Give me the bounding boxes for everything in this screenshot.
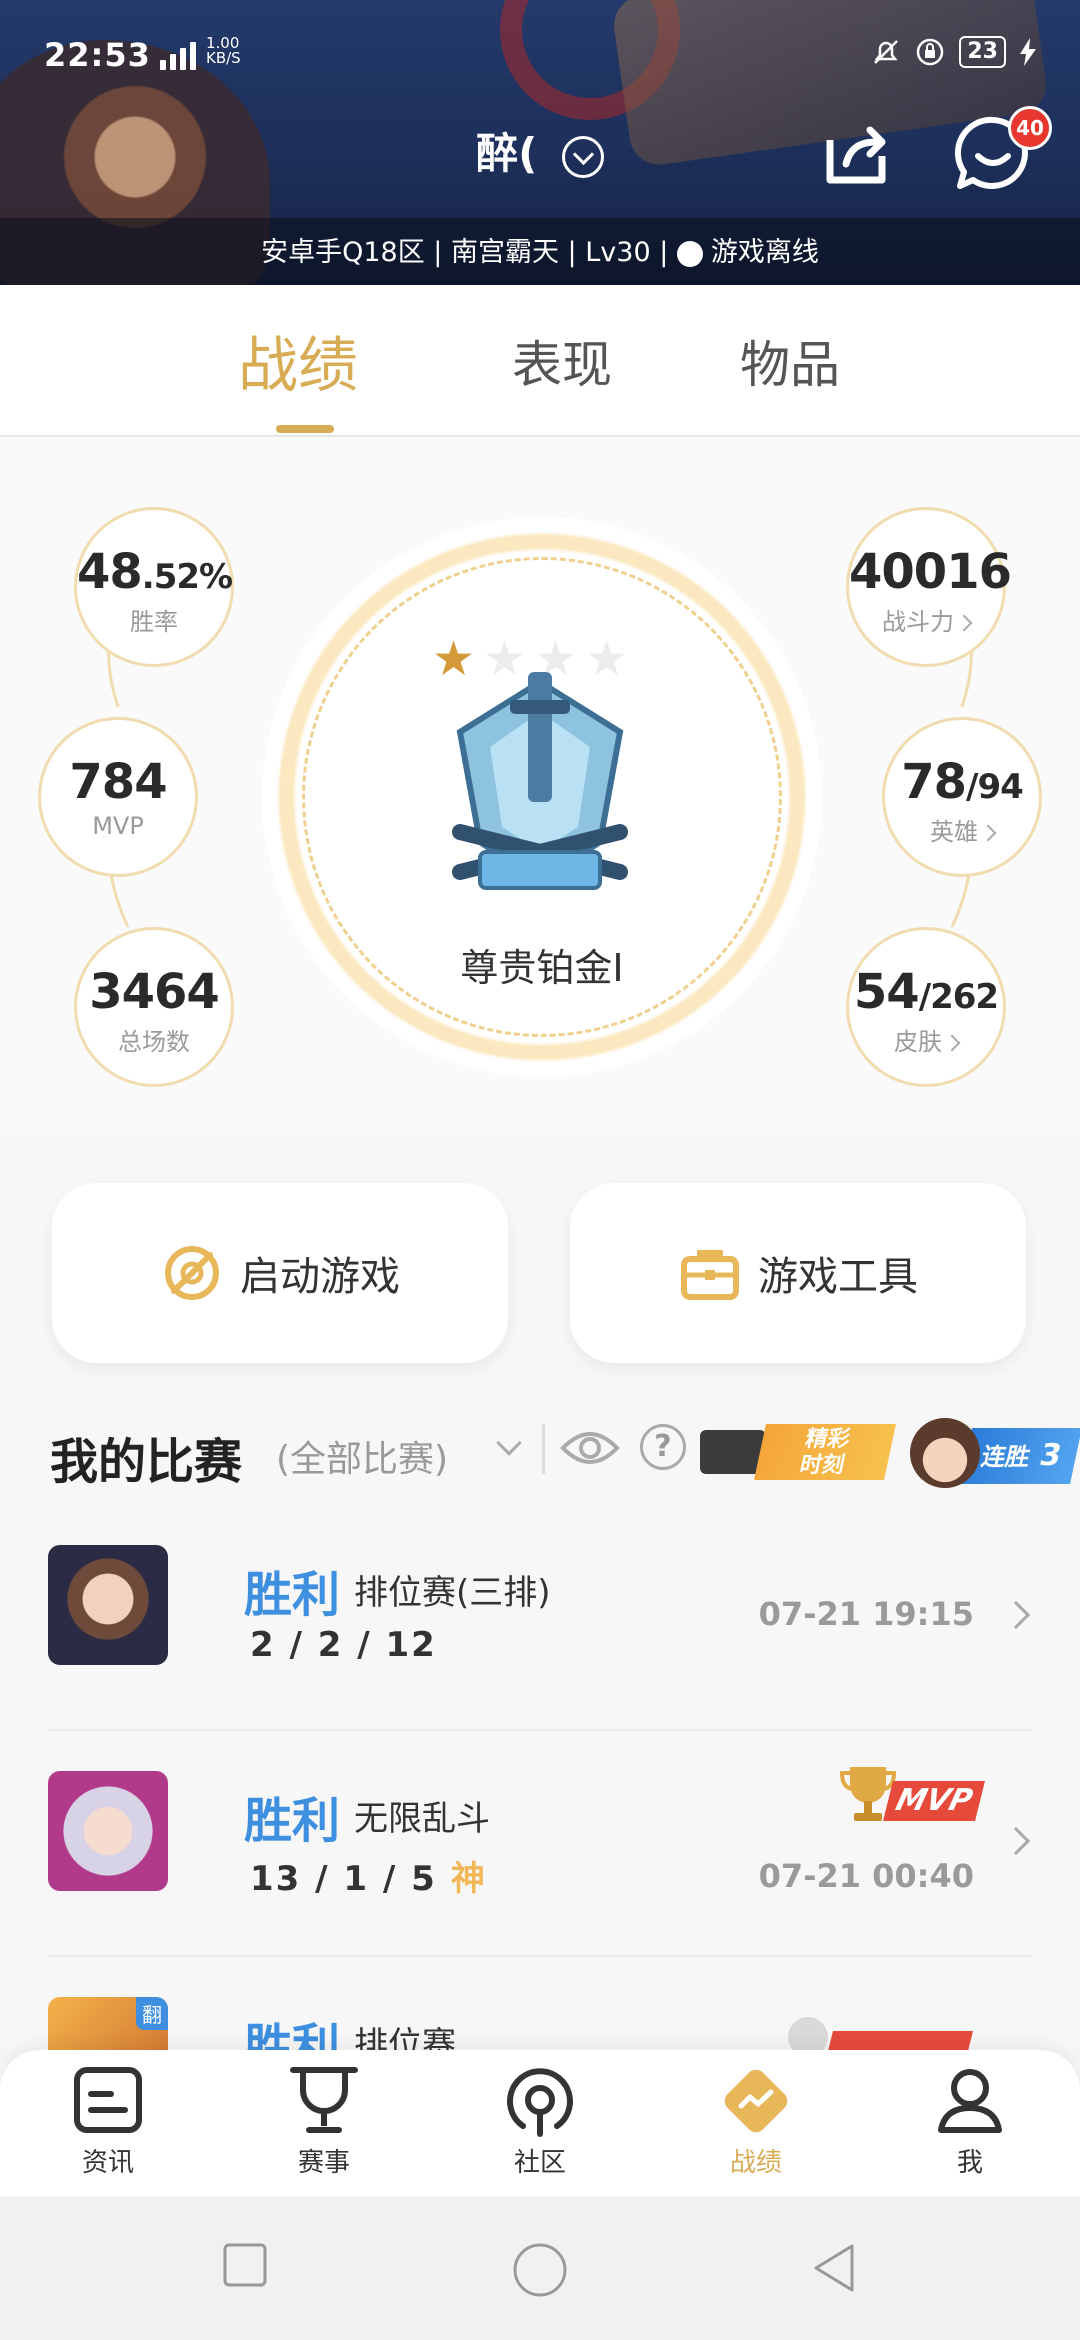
chevron-right-icon bbox=[1001, 1600, 1031, 1630]
chevron-right-icon bbox=[943, 1034, 961, 1052]
game-status: 游戏离线 bbox=[710, 237, 819, 268]
nav-me[interactable]: 我 bbox=[900, 2064, 1040, 2179]
match-mode: 排位赛 bbox=[354, 2025, 456, 2050]
platinum-rank-emblem-icon bbox=[452, 672, 628, 890]
match-row[interactable]: 胜利 排位赛(三排) 2 / 2 / 12 07-21 19:15 bbox=[48, 1505, 1032, 1731]
bottom-navigation: 资讯 赛事 社区 战绩 我 bbox=[0, 2050, 1080, 2196]
nickname: 醉( bbox=[476, 129, 552, 178]
section-title: 我的比赛 bbox=[50, 1434, 243, 1490]
godlike-label: 神 bbox=[450, 1859, 487, 1899]
match-time: 07-21 19:15 bbox=[758, 1595, 974, 1633]
rank-change-tag bbox=[823, 2031, 973, 2050]
battery-icon: 23 bbox=[959, 36, 1006, 68]
lock-rotation-icon bbox=[917, 38, 944, 66]
match-mode: 无限乱斗 bbox=[354, 1799, 490, 1839]
tab-performance[interactable]: 表现 bbox=[512, 325, 612, 397]
back-icon[interactable] bbox=[810, 2242, 856, 2294]
status-time: 22:53 bbox=[44, 36, 151, 74]
nav-events[interactable]: 赛事 bbox=[254, 2064, 394, 2179]
record-icon bbox=[724, 2069, 788, 2133]
system-navigation-bar bbox=[0, 2196, 1080, 2340]
hero-avatar bbox=[48, 1545, 168, 1665]
charging-icon bbox=[1020, 38, 1036, 66]
rank-change-badge bbox=[788, 2017, 828, 2050]
rank-name: 尊贵铂金I bbox=[460, 946, 624, 990]
match-row[interactable]: 胜利 无限乱斗 13 / 1 / 5神 MVP 07-21 00:40 bbox=[48, 1731, 1032, 1957]
game-tools-button[interactable]: 游戏工具 bbox=[570, 1183, 1026, 1363]
match-result: 胜利 bbox=[244, 1567, 341, 1623]
stat-skins[interactable]: 54/262 皮肤 bbox=[846, 927, 1006, 1087]
status-bar: 22:53 1.00 KB/S 23 bbox=[0, 0, 1080, 110]
hero-avatar bbox=[48, 1771, 168, 1891]
recents-icon[interactable] bbox=[222, 2242, 268, 2288]
stat-win-rate: 48.52% 胜率 bbox=[74, 507, 234, 667]
launch-game-button[interactable]: 启动游戏 bbox=[52, 1183, 508, 1363]
stat-total-games: 3464 总场数 bbox=[74, 927, 234, 1087]
matches-header: 我的比赛 (全部比赛) ? 精彩 时刻 连胜 3 bbox=[50, 1418, 1080, 1490]
toolbox-icon bbox=[681, 1250, 739, 1300]
chevron-right-icon bbox=[955, 614, 973, 632]
network-speed: 1.00 KB/S bbox=[206, 34, 241, 67]
tab-record[interactable]: 战绩 bbox=[238, 317, 358, 404]
stat-power[interactable]: 40016 战斗力 bbox=[846, 507, 1012, 667]
match-kda: 2 / 2 / 12 bbox=[250, 1625, 437, 1665]
trophy-icon bbox=[290, 2067, 358, 2133]
nav-community[interactable]: 社区 bbox=[470, 2064, 610, 2179]
notification-badge: 40 bbox=[1008, 106, 1052, 150]
mvp-badge: MVP bbox=[838, 1763, 988, 1833]
chevron-down-icon bbox=[496, 1430, 522, 1456]
eye-icon[interactable] bbox=[560, 1426, 620, 1470]
profile-banner: 22:53 1.00 KB/S 23 醉( 40 安卓手Q18区 | 南宫霸天 … bbox=[0, 0, 1080, 285]
hero-avatar bbox=[910, 1418, 980, 1488]
match-time: 07-21 00:40 bbox=[758, 1857, 974, 1895]
stats-panel: 48.52% 胜率 784 MVP 3464 总场数 40016 战斗力 78/… bbox=[0, 437, 1080, 1137]
tab-bar: 战绩 表现 物品 bbox=[0, 285, 1080, 437]
win-streak-badge[interactable]: 连胜 3 bbox=[900, 1418, 1080, 1494]
highlights-button[interactable]: 精彩 时刻 bbox=[700, 1418, 900, 1484]
nickname-switcher[interactable]: 醉( bbox=[0, 120, 1080, 181]
match-row[interactable]: 翻 胜利 排位赛 bbox=[48, 1957, 1032, 2050]
help-icon[interactable]: ? bbox=[640, 1424, 686, 1470]
bell-off-icon bbox=[874, 40, 899, 64]
status-icons: 23 bbox=[871, 36, 1036, 68]
nav-record[interactable]: 战绩 bbox=[686, 2064, 826, 2179]
match-kda: 13 / 1 / 5神 bbox=[250, 1859, 487, 1899]
chevron-right-icon bbox=[979, 824, 997, 842]
divider bbox=[542, 1424, 545, 1474]
match-result: 胜利 bbox=[244, 1793, 341, 1849]
home-icon[interactable] bbox=[512, 2242, 568, 2298]
match-filter-dropdown[interactable]: (全部比赛) bbox=[276, 1430, 448, 1482]
corner-tag: 翻 bbox=[136, 1997, 168, 2030]
match-result: 胜利 bbox=[244, 2019, 341, 2050]
community-icon bbox=[507, 2068, 573, 2137]
tab-indicator bbox=[276, 425, 334, 433]
share-icon[interactable] bbox=[820, 118, 896, 190]
profile-icon bbox=[938, 2069, 1002, 2133]
nav-news[interactable]: 资讯 bbox=[38, 2064, 178, 2179]
launch-icon bbox=[165, 1246, 219, 1300]
signal-icon bbox=[160, 42, 196, 70]
match-mode: 排位赛(三排) bbox=[354, 1573, 551, 1613]
stat-mvp: 784 MVP bbox=[38, 717, 198, 877]
online-status-icon bbox=[676, 240, 703, 267]
chevron-right-icon bbox=[1001, 1826, 1031, 1856]
hero-avatar: 翻 bbox=[48, 1997, 168, 2050]
stat-heroes[interactable]: 78/94 英雄 bbox=[882, 717, 1042, 877]
account-info: 安卓手Q18区 | 南宫霸天 | Lv30 | 游戏离线 bbox=[261, 237, 819, 268]
tab-items[interactable]: 物品 bbox=[740, 325, 840, 397]
chevron-down-icon bbox=[561, 135, 604, 178]
news-icon bbox=[74, 2067, 142, 2133]
